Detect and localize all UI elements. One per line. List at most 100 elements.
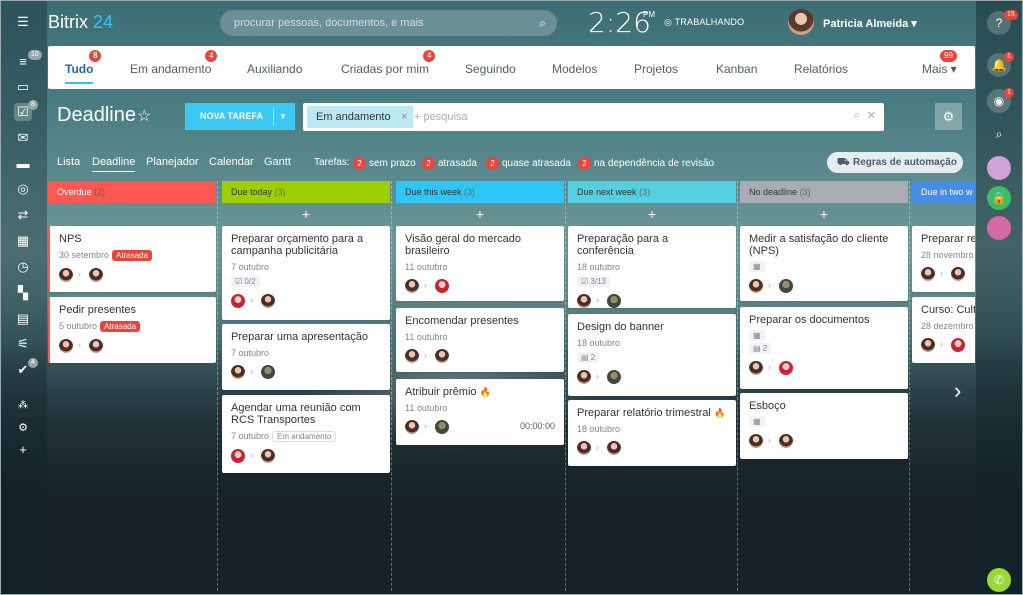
- clock-icon[interactable]: ◷: [14, 258, 32, 276]
- column-header[interactable]: No deadline (3): [740, 181, 908, 203]
- robot-icon: ⛟: [837, 157, 850, 168]
- task-card[interactable]: Curso: Cultu 28 dezembro ›: [912, 297, 975, 363]
- add-task-icon[interactable]: +: [396, 203, 564, 225]
- comments-badge: ▤ 2: [749, 343, 772, 354]
- task-card[interactable]: Preparar relatório trimestral 🔥 18 outub…: [568, 400, 736, 466]
- sync-icon[interactable]: ⇄: [14, 206, 32, 224]
- feed-icon[interactable]: ▭: [14, 78, 32, 96]
- target-icon[interactable]: ◎: [14, 180, 32, 198]
- add-task-icon[interactable]: +: [740, 203, 908, 225]
- gear-icon[interactable]: ⚙: [14, 419, 32, 437]
- column-header[interactable]: Due this week (3): [396, 181, 564, 203]
- task-card[interactable]: Medir a satisfação do cliente (NPS) ▦ ›: [740, 226, 908, 301]
- task-card[interactable]: Preparar os documentos ▦ ▤ 2 ›: [740, 307, 908, 389]
- tab-in-progress[interactable]: Em andamento 4: [130, 50, 218, 76]
- tab-more[interactable]: Mais ▾ 99: [922, 50, 957, 76]
- search-icon[interactable]: ⌕: [539, 10, 546, 36]
- phone-icon[interactable]: ✆: [987, 568, 1011, 592]
- left-sidebar: ☰ ≡ 10 ▭ ☑ 8 ✉ ▬ ◎ ⇄ ▦ ◷ ▚ ▤ ⚟ ✔ 4 ⁂ ⚙ +: [0, 0, 47, 595]
- user-name[interactable]: Patricia Almeida ▾: [823, 17, 917, 30]
- contact-avatar[interactable]: [987, 156, 1011, 180]
- tab-reports[interactable]: Relatórios: [794, 62, 848, 76]
- structure-icon[interactable]: ⁂: [14, 397, 32, 415]
- close-icon[interactable]: ×: [401, 106, 407, 128]
- grid-icon[interactable]: ▚: [14, 284, 32, 302]
- clear-icon[interactable]: ✕: [867, 109, 876, 122]
- filter-chip[interactable]: Em andamento ×: [307, 106, 413, 128]
- lock-icon[interactable]: 🔒: [987, 186, 1011, 210]
- scroll-right-icon[interactable]: ›: [954, 378, 961, 404]
- view-list[interactable]: Lista: [57, 156, 80, 168]
- notif-badge: 1: [1004, 52, 1014, 62]
- search-icon[interactable]: ⌕: [854, 109, 860, 122]
- view-deadline[interactable]: Deadline: [92, 156, 136, 172]
- calendar-icon[interactable]: ▦: [14, 232, 32, 250]
- timer[interactable]: 00:00:00: [520, 421, 555, 431]
- task-card[interactable]: Preparar orçamento para a campanha publi…: [222, 226, 390, 320]
- task-card[interactable]: Visão geral do mercado brasileiro 11 out…: [396, 226, 564, 301]
- menu-icon[interactable]: ☰: [14, 13, 32, 31]
- tab-all[interactable]: Tudo 8: [65, 50, 102, 84]
- task-card[interactable]: Agendar uma reunião com RCS Transportes …: [222, 395, 390, 473]
- counter-almost-overdue[interactable]: 2 quase atrasada: [486, 157, 571, 170]
- inbox-icon[interactable]: ▬: [14, 155, 32, 173]
- tab-projects[interactable]: Projetos: [634, 62, 678, 76]
- task-card[interactable]: Design do banner 18 outubro ▤ 2 ›: [568, 314, 736, 396]
- help-badge: 15: [1004, 10, 1018, 20]
- counter-no-deadline[interactable]: 2 sem prazo: [353, 157, 416, 170]
- filter-search-input[interactable]: Em andamento × + pesquisa ⌕ ✕: [303, 103, 884, 131]
- settings-button[interactable]: ⚙: [935, 103, 962, 130]
- add-task-icon[interactable]: +: [568, 203, 736, 225]
- app-logo[interactable]: Bitrix 24: [48, 12, 113, 33]
- column-header[interactable]: Due today (3): [222, 181, 390, 203]
- view-calendar[interactable]: Calendar: [209, 156, 254, 168]
- counter-review[interactable]: 2 na dependência de revisão: [578, 157, 714, 170]
- user-avatar[interactable]: [788, 9, 814, 35]
- tab-assisting[interactable]: Auxiliando: [247, 62, 302, 76]
- add-task-icon[interactable]: +: [222, 203, 390, 225]
- column-due-two-weeks: Due in two w Preparar rela 28 novembro ›…: [912, 181, 975, 591]
- global-search-input[interactable]: procurar pessoas, documentos, e mais ⌕: [220, 10, 557, 36]
- new-task-button[interactable]: NOVA TAREFA ▼: [185, 103, 295, 130]
- work-status[interactable]: ◎ TRABALHANDO: [664, 17, 744, 28]
- search-icon[interactable]: ⌕: [987, 122, 1011, 146]
- column-header[interactable]: Due next week (3): [568, 181, 736, 203]
- column-header[interactable]: Overdue (2): [48, 181, 216, 203]
- checklist-badge: ☑ 3/13: [577, 276, 610, 287]
- clock-time: 2:26: [588, 6, 651, 39]
- view-gantt[interactable]: Gantt: [264, 156, 291, 168]
- tab-templates[interactable]: Modelos: [552, 62, 597, 76]
- task-card[interactable]: Preparar rela 28 novembro ›: [912, 226, 975, 292]
- task-card[interactable]: Esboço ▦ ›: [740, 393, 908, 459]
- automation-rules-button[interactable]: ⛟ Regras de automação: [827, 152, 963, 173]
- task-card[interactable]: Preparar uma apresentação 7 outubro ›: [222, 324, 390, 390]
- star-icon[interactable]: ☆: [137, 106, 151, 126]
- column-no-deadline: No deadline (3) + Medir a satisfação do …: [740, 181, 910, 591]
- task-card[interactable]: Encomendar presentes 11 outubro ›: [396, 308, 564, 372]
- task-card[interactable]: Pedir presentes 5 outubro Atrasada ›: [48, 297, 216, 363]
- task-card[interactable]: Preparação para a conferência 18 outubro…: [568, 226, 736, 308]
- chevron-down-icon[interactable]: ▼: [279, 103, 287, 130]
- task-card[interactable]: NPS 30 setembro Atrasada ›: [48, 226, 216, 292]
- add-icon[interactable]: +: [14, 441, 32, 459]
- calendar-badge: ▦: [749, 261, 765, 272]
- fire-icon: 🔥: [479, 387, 491, 397]
- contact-avatar[interactable]: [987, 216, 1011, 240]
- main-tabs: Tudo 8 Em andamento 4 Auxiliando Criadas p…: [48, 46, 975, 89]
- counter-overdue[interactable]: 2 atrasada: [422, 157, 477, 170]
- tab-kanban[interactable]: Kanban: [716, 62, 757, 76]
- mail-icon[interactable]: ✉: [14, 129, 32, 147]
- tasks-counter: 8: [28, 100, 38, 110]
- task-card[interactable]: Atribuir prêmio 🔥 11 outubro › 00:00:00: [396, 379, 564, 445]
- settings-sliders-icon[interactable]: ⚟: [14, 335, 32, 353]
- contacts-icon[interactable]: ▤: [14, 310, 32, 328]
- tab-following[interactable]: Seguindo: [465, 62, 516, 76]
- view-planner[interactable]: Planejador: [146, 156, 199, 168]
- column-due-next-week: Due next week (3) + Preparação para a co…: [568, 181, 738, 591]
- column-overdue: Overdue (2) NPS 30 setembro Atrasada › Pe…: [48, 181, 218, 591]
- tasks-label: Tarefas:: [314, 157, 350, 168]
- filter-counter: 10: [28, 50, 42, 60]
- tab-created-by-me[interactable]: Criadas por mim 4: [341, 50, 436, 76]
- chat-badge: 1: [1004, 88, 1014, 98]
- column-header[interactable]: Due in two w: [912, 181, 975, 203]
